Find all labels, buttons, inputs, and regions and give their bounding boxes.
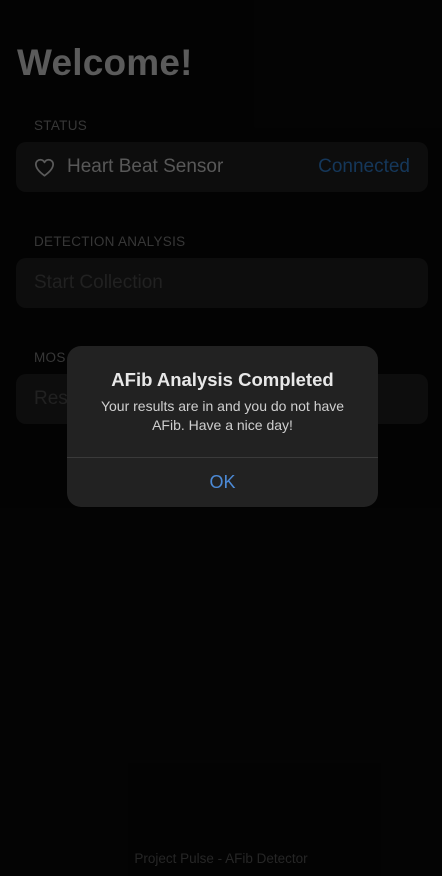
alert-dialog: AFib Analysis Completed Your results are… — [67, 346, 378, 507]
app-screen: Welcome! STATUS Heart Beat Sensor Connec… — [0, 0, 442, 876]
ok-button[interactable]: OK — [67, 458, 378, 507]
alert-title: AFib Analysis Completed — [111, 369, 334, 390]
alert-message: Your results are in and you do not have … — [100, 398, 345, 433]
